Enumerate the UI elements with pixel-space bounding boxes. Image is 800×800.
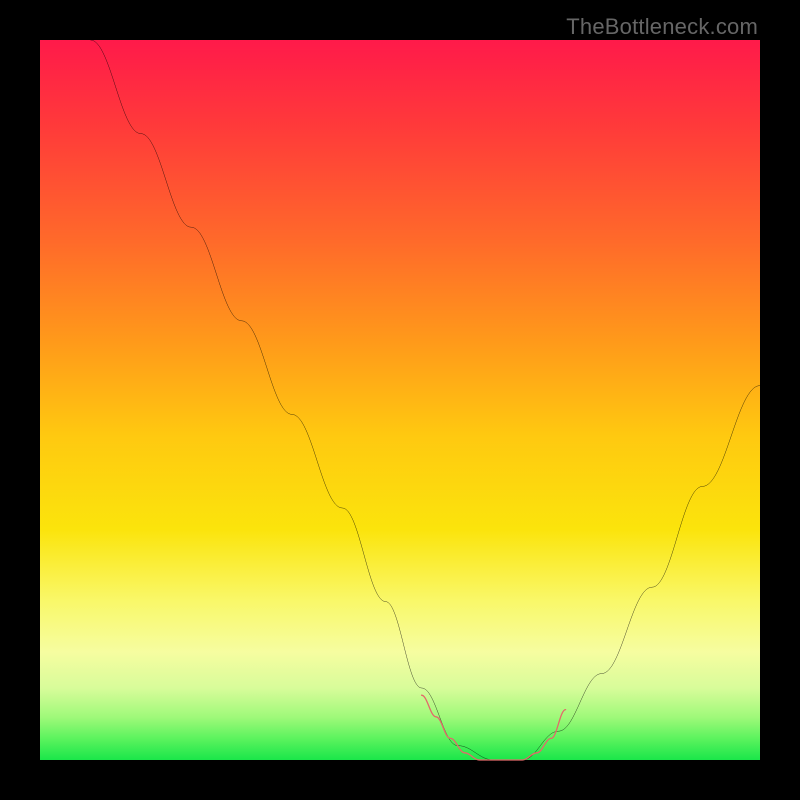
- bottleneck-curve: [90, 40, 760, 760]
- bottleneck-curve-group: [90, 40, 760, 760]
- chart-curve-layer: [40, 40, 760, 760]
- watermark-text: TheBottleneck.com: [566, 14, 758, 40]
- optimal-range-curve: [422, 695, 566, 760]
- chart-frame: TheBottleneck.com: [0, 0, 800, 800]
